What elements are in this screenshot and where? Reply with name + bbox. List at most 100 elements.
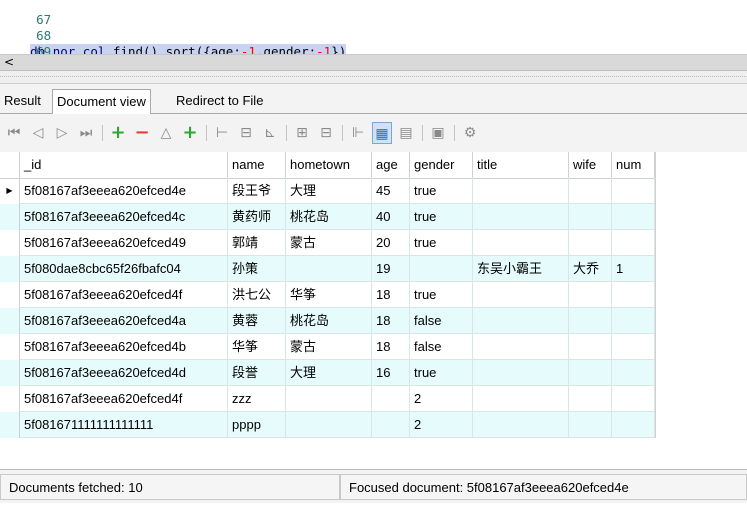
cell-name[interactable]: 段誉 — [228, 360, 286, 386]
cell-title[interactable] — [473, 308, 569, 334]
cell-title[interactable] — [473, 230, 569, 256]
grid-icon[interactable]: ⊞ — [292, 122, 312, 144]
cell-name[interactable]: 黄蓉 — [228, 308, 286, 334]
cell-id[interactable]: 5f08167af3eeea620efced4b — [20, 334, 228, 360]
cell-name[interactable]: 孙策 — [228, 256, 286, 282]
cell-title[interactable] — [473, 282, 569, 308]
table-row[interactable]: 5f08167af3eeea620efced4d 段誉 大理 16 true — [0, 360, 655, 386]
grid-alt-icon[interactable]: ⊟ — [316, 122, 336, 144]
cell-wife[interactable] — [569, 360, 612, 386]
table-row[interactable]: ▶ 5f08167af3eeea620efced4e 段王爷 大理 45 true — [0, 178, 655, 204]
delete-icon[interactable]: ⊟ — [236, 122, 256, 144]
cell-wife[interactable] — [569, 386, 612, 412]
cell-id[interactable]: 5f081671111111111111 — [20, 412, 228, 438]
cell-gender[interactable]: false — [410, 334, 473, 360]
row-indicator[interactable] — [0, 282, 20, 308]
cell-num[interactable]: 1 — [612, 256, 655, 282]
add-icon[interactable]: + — [108, 122, 128, 144]
cell-wife[interactable] — [569, 308, 612, 334]
collapse-icon[interactable]: ⊾ — [260, 122, 280, 144]
table-row[interactable]: 5f081671111111111111 pppp 2 — [0, 412, 655, 438]
cell-gender[interactable]: true — [410, 204, 473, 230]
cell-title[interactable] — [473, 178, 569, 204]
row-indicator[interactable] — [0, 386, 20, 412]
cell-age[interactable]: 18 — [372, 282, 410, 308]
cell-title[interactable] — [473, 204, 569, 230]
cell-num[interactable] — [612, 412, 655, 438]
cell-num[interactable] — [612, 204, 655, 230]
row-indicator[interactable] — [0, 308, 20, 334]
cell-id[interactable]: 5f08167af3eeea620efced49 — [20, 230, 228, 256]
save-icon[interactable]: ▣ — [428, 122, 448, 144]
table-row[interactable]: 5f08167af3eeea620efced4a 黄蓉 桃花岛 18 false — [0, 308, 655, 334]
cell-age[interactable]: 18 — [372, 308, 410, 334]
cell-hometown[interactable]: 桃花岛 — [286, 204, 372, 230]
tree-icon[interactable]: ⊩ — [348, 122, 368, 144]
cell-hometown[interactable]: 大理 — [286, 178, 372, 204]
row-indicator[interactable] — [0, 230, 20, 256]
table-row[interactable]: 5f08167af3eeea620efced4f 洪七公 华筝 18 true — [0, 282, 655, 308]
cell-wife[interactable] — [569, 334, 612, 360]
cell-name[interactable]: 洪七公 — [228, 282, 286, 308]
query-editor[interactable]: 67 68 db.nor_col.find().sort({age:-1,gen… — [0, 0, 747, 60]
remove-icon[interactable]: − — [132, 122, 152, 144]
column-header-wife[interactable]: wife — [569, 152, 612, 178]
row-indicator[interactable] — [0, 412, 20, 438]
cell-age[interactable]: 40 — [372, 204, 410, 230]
tab-result[interactable]: Result — [0, 89, 45, 114]
cell-id[interactable]: 5f080dae8cbc65f26fbafc04 — [20, 256, 228, 282]
cell-gender[interactable]: true — [410, 178, 473, 204]
cell-hometown[interactable]: 大理 — [286, 360, 372, 386]
column-header-gender[interactable]: gender — [410, 152, 473, 178]
cell-hometown[interactable]: 蒙古 — [286, 334, 372, 360]
scroll-left-icon[interactable]: < — [4, 55, 14, 70]
cell-gender[interactable]: false — [410, 308, 473, 334]
insert-icon[interactable]: ⊢ — [212, 122, 232, 144]
row-indicator[interactable] — [0, 204, 20, 230]
cell-wife[interactable] — [569, 204, 612, 230]
cell-id[interactable]: 5f08167af3eeea620efced4c — [20, 204, 228, 230]
table-row[interactable]: 5f08167af3eeea620efced4b 华筝 蒙古 18 false — [0, 334, 655, 360]
column-header-num[interactable]: num — [612, 152, 655, 178]
column-header-hometown[interactable]: hometown — [286, 152, 372, 178]
cell-wife[interactable] — [569, 178, 612, 204]
cell-gender[interactable]: true — [410, 230, 473, 256]
cell-hometown[interactable] — [286, 256, 372, 282]
cell-num[interactable] — [612, 334, 655, 360]
first-icon[interactable]: ⏮ — [4, 122, 24, 144]
cell-id[interactable]: 5f08167af3eeea620efced4f — [20, 282, 228, 308]
cell-name[interactable]: pppp — [228, 412, 286, 438]
editor-line-68[interactable]: 68 db.nor_col.find().sort({age:-1,gender… — [0, 12, 347, 60]
pane-splitter[interactable] — [0, 71, 747, 84]
cell-wife[interactable] — [569, 412, 612, 438]
cell-name[interactable]: 华筝 — [228, 334, 286, 360]
cell-gender[interactable] — [410, 256, 473, 282]
cell-num[interactable] — [612, 178, 655, 204]
cell-age[interactable] — [372, 386, 410, 412]
cell-age[interactable]: 19 — [372, 256, 410, 282]
cell-name[interactable]: 黄药师 — [228, 204, 286, 230]
cell-num[interactable] — [612, 308, 655, 334]
add-child-icon[interactable]: + — [180, 122, 200, 144]
cell-age[interactable]: 16 — [372, 360, 410, 386]
cell-gender[interactable]: 2 — [410, 386, 473, 412]
tab-document-view[interactable]: Document view — [52, 89, 151, 115]
cell-gender[interactable]: true — [410, 282, 473, 308]
cell-num[interactable] — [612, 386, 655, 412]
cell-hometown[interactable]: 桃花岛 — [286, 308, 372, 334]
settings-icon[interactable]: ⚙ — [460, 122, 480, 144]
table-row[interactable]: 5f080dae8cbc65f26fbafc04 孙策 19 东吴小霸王 大乔 1 — [0, 256, 655, 282]
cell-gender[interactable]: 2 — [410, 412, 473, 438]
table-icon[interactable]: ▦ — [372, 122, 392, 144]
column-header-age[interactable]: age — [372, 152, 410, 178]
tab-redirect-to-file[interactable]: Redirect to File — [172, 89, 267, 114]
row-indicator[interactable] — [0, 334, 20, 360]
current-row-indicator-icon[interactable]: ▶ — [0, 178, 20, 204]
last-icon[interactable]: ⏭ — [76, 122, 96, 144]
cell-gender[interactable]: true — [410, 360, 473, 386]
editor-horizontal-scrollbar[interactable]: < — [0, 54, 747, 71]
cell-hometown[interactable] — [286, 386, 372, 412]
cell-title[interactable] — [473, 386, 569, 412]
table-row[interactable]: 5f08167af3eeea620efced4c 黄药师 桃花岛 40 true — [0, 204, 655, 230]
cell-wife[interactable] — [569, 230, 612, 256]
